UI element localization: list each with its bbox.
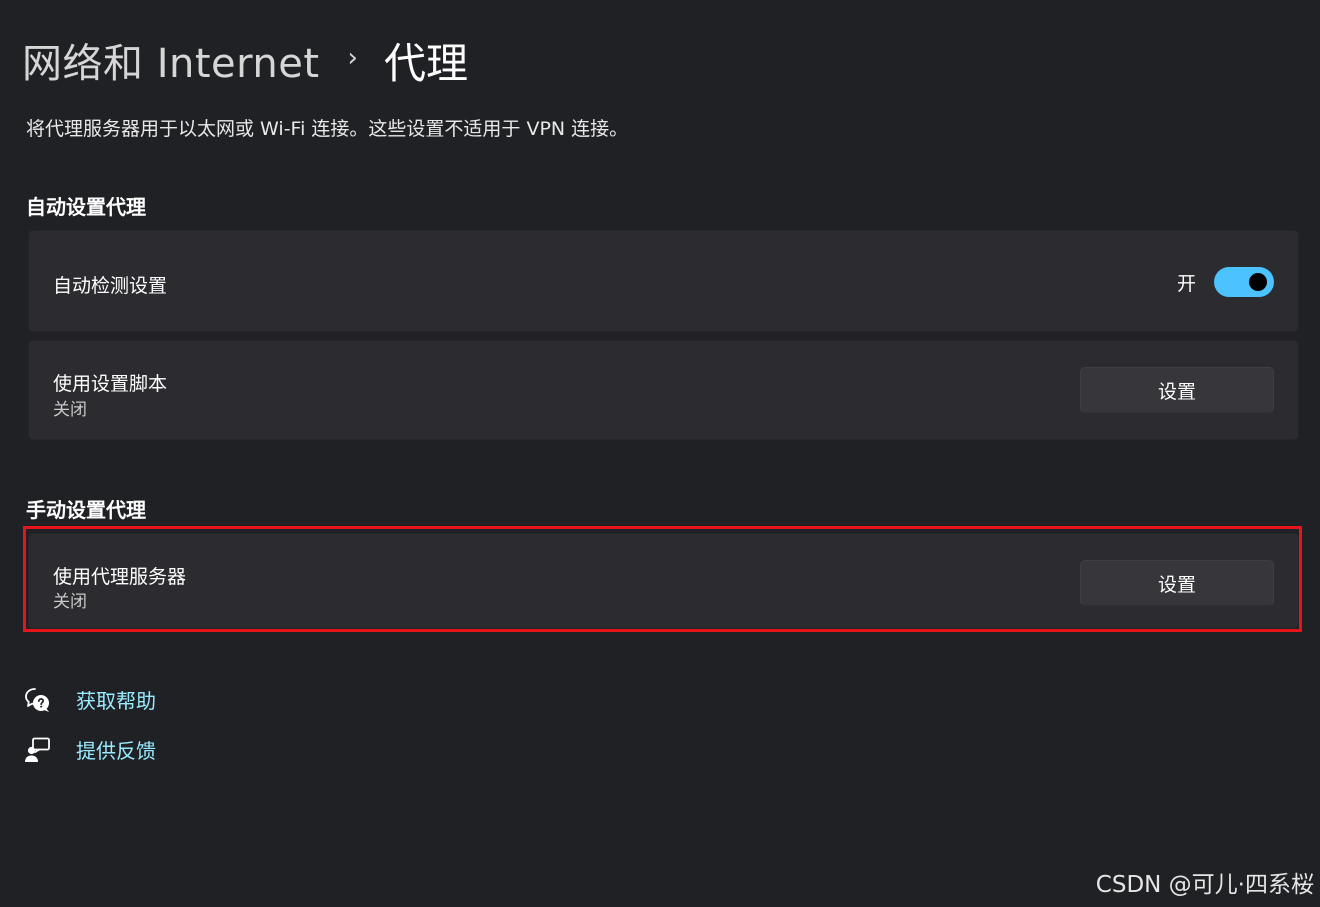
auto-detect-toggle-group: 开 [1177,267,1274,297]
feedback-person-icon [24,736,52,764]
breadcrumb: 网络和 Internet › 代理 [22,32,468,88]
auto-detect-label: 自动检测设置 [53,275,168,297]
section-title-auto-proxy: 自动设置代理 [26,195,146,219]
breadcrumb-chevron-icon: › [347,43,358,73]
feedback-link[interactable]: 提供反馈 [76,735,156,764]
auto-detect-toggle[interactable] [1214,267,1274,297]
watermark: CSDN @可儿·四系桜 [1095,872,1314,898]
setup-script-label: 使用设置脚本 [53,373,168,395]
help-link-row[interactable]: 获取帮助 [24,685,156,714]
help-link[interactable]: 获取帮助 [76,685,156,714]
section-title-manual-proxy: 手动设置代理 [26,498,146,522]
proxy-server-settings-button[interactable]: 设置 [1080,560,1274,606]
setup-script-status: 关闭 [53,400,87,420]
proxy-server-status: 关闭 [53,592,87,612]
feedback-link-row[interactable]: 提供反馈 [24,735,156,764]
proxy-server-label: 使用代理服务器 [53,566,187,588]
page-description: 将代理服务器用于以太网或 Wi-Fi 连接。这些设置不适用于 VPN 连接。 [26,118,629,140]
setup-script-card: 使用设置脚本 关闭 设置 [28,340,1299,440]
proxy-server-card: 使用代理服务器 关闭 设置 [28,533,1299,629]
page-title: 代理 [383,38,468,88]
toggle-knob [1249,273,1267,291]
settings-page: 网络和 Internet › 代理 将代理服务器用于以太网或 Wi-Fi 连接。… [0,0,1320,907]
auto-detect-card: 自动检测设置 开 [28,230,1299,332]
toggle-state-label: 开 [1176,272,1196,295]
setup-script-settings-button[interactable]: 设置 [1080,367,1274,413]
help-chat-icon [24,686,52,714]
breadcrumb-parent[interactable]: 网络和 Internet [22,31,320,89]
